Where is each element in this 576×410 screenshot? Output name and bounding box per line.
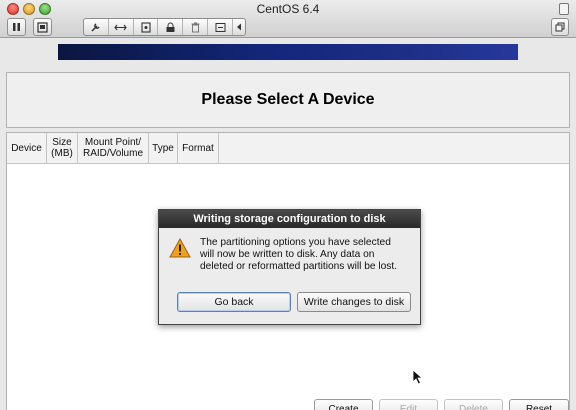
snapshot-icon — [37, 21, 48, 33]
disk-button[interactable] — [134, 19, 159, 35]
create-button[interactable]: Create — [314, 399, 373, 410]
dialog-title: Writing storage configuration to disk — [159, 210, 420, 228]
table-header: Device Size (MB) Mount Point/ RAID/Volum… — [7, 133, 569, 164]
column-header-size[interactable]: Size (MB) — [47, 133, 78, 163]
dialog-message: The partitioning options you have select… — [200, 237, 398, 272]
warning-icon — [169, 238, 191, 258]
network-button[interactable] — [109, 19, 134, 35]
edit-button[interactable]: Edit — [379, 399, 438, 410]
collapse-arrow-icon — [236, 23, 241, 31]
write-to-disk-dialog: Writing storage configuration to disk Th… — [158, 209, 421, 325]
column-header-filler — [219, 133, 569, 163]
lock-button[interactable] — [158, 19, 184, 35]
vm-toolbar — [83, 18, 246, 36]
go-back-button[interactable]: Go back — [177, 292, 291, 312]
vm-window-titlebar: CentOS 6.4 — [0, 0, 576, 38]
settings-button[interactable] — [84, 19, 109, 35]
delete-button[interactable]: Delete — [444, 399, 503, 410]
mouse-cursor-icon — [412, 369, 424, 385]
collapse-toolbar-button[interactable] — [233, 19, 245, 35]
reset-button[interactable]: Reset — [509, 399, 569, 410]
trash-icon — [191, 22, 200, 32]
toolbar-toggle-button[interactable] — [559, 3, 569, 15]
window-copy-icon — [555, 22, 565, 32]
vm-settings-button[interactable] — [208, 19, 233, 35]
column-header-format[interactable]: Format — [178, 133, 219, 163]
pause-button[interactable] — [7, 18, 26, 36]
column-header-mount-point[interactable]: Mount Point/ RAID/Volume — [78, 133, 149, 163]
disk-icon — [141, 21, 151, 33]
page-title: Please Select A Device — [201, 91, 375, 108]
settings-icon — [215, 22, 226, 32]
installer-progress-banner — [58, 44, 518, 60]
window-title: CentOS 6.4 — [256, 2, 320, 16]
lock-icon — [166, 22, 175, 32]
pause-icon — [13, 23, 20, 31]
wrench-icon — [91, 22, 101, 32]
write-changes-button[interactable]: Write changes to disk — [297, 292, 411, 312]
installer-header: Please Select A Device — [6, 72, 570, 128]
trash-button[interactable] — [183, 19, 209, 35]
fullscreen-button[interactable] — [551, 18, 569, 36]
network-arrows-icon — [114, 24, 127, 30]
snapshot-button[interactable] — [33, 18, 52, 36]
column-header-device[interactable]: Device — [7, 133, 47, 163]
column-header-type[interactable]: Type — [149, 133, 178, 163]
dialog-body: The partitioning options you have select… — [159, 228, 420, 288]
